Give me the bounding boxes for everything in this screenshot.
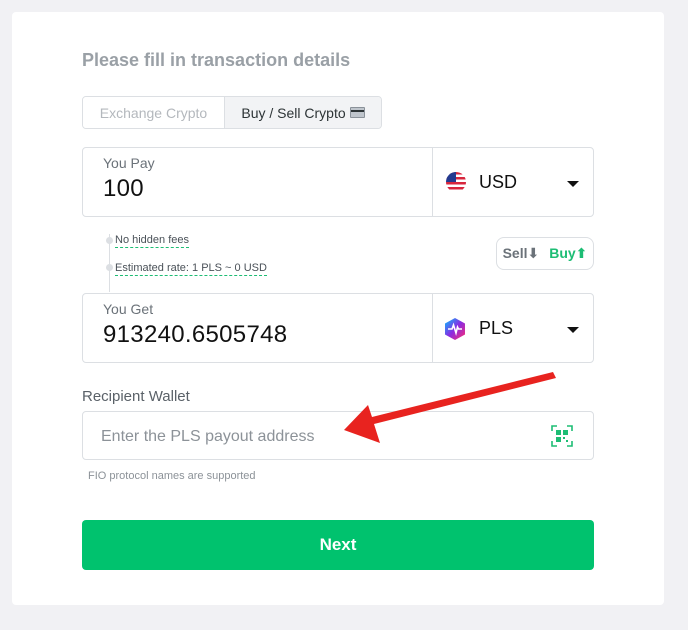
you-get-amount-area[interactable]: You Get 913240.6505748 [83, 294, 432, 362]
credit-card-icon [349, 107, 365, 118]
you-pay-field: You Pay 100 USD [82, 147, 594, 217]
you-get-currency-code: PLS [479, 318, 514, 338]
next-button[interactable]: Next [82, 520, 594, 570]
fio-support-note: FIO protocol names are supported [88, 470, 256, 482]
tab-exchange-crypto[interactable]: Exchange Crypto [83, 97, 225, 128]
sell-buy-toggle[interactable]: Sell⬇ Buy⬆ [496, 237, 594, 270]
buy-option[interactable]: Buy⬆ [549, 245, 587, 262]
buy-label: Buy [549, 245, 576, 261]
sell-label: Sell [502, 245, 528, 261]
no-hidden-fees-link[interactable]: No hidden fees [115, 234, 189, 248]
wallet-address-input[interactable] [99, 412, 543, 461]
rate-info: No hidden fees Estimated rate: 1 PLS ~ 0… [82, 234, 594, 292]
mode-tabs: Exchange Crypto Buy / Sell Crypto [82, 96, 382, 129]
you-get-amount[interactable]: 913240.6505748 [103, 321, 287, 349]
tab-buy-sell-crypto[interactable]: Buy / Sell Crypto [225, 97, 381, 128]
you-pay-currency-select[interactable]: USD [432, 148, 593, 216]
you-pay-amount-area[interactable]: You Pay 100 [83, 148, 432, 216]
timeline-dot [106, 264, 113, 271]
recipient-wallet-field [82, 411, 594, 461]
pulsechain-icon [445, 318, 465, 340]
timeline-dot [106, 237, 113, 244]
recipient-wallet-label: Recipient Wallet [82, 388, 190, 405]
you-pay-label: You Pay [103, 155, 155, 171]
you-get-field: You Get 913240.6505748 PLS [82, 293, 594, 363]
chevron-down-icon [567, 181, 579, 187]
you-pay-currency-code: USD [479, 172, 518, 192]
arrow-down-icon: ⬇ [527, 245, 540, 261]
you-pay-amount-input[interactable]: 100 [103, 175, 144, 203]
chevron-down-icon [567, 327, 579, 333]
us-flag-icon [446, 172, 466, 192]
you-get-label: You Get [103, 301, 154, 317]
arrow-up-icon: ⬆ [575, 245, 588, 261]
tab-buy-sell-crypto-label: Buy / Sell Crypto [241, 104, 346, 121]
sell-option[interactable]: Sell⬇ [503, 245, 540, 262]
tab-exchange-crypto-label: Exchange Crypto [99, 104, 208, 121]
estimated-rate-link[interactable]: Estimated rate: 1 PLS ~ 0 USD [115, 262, 267, 276]
form-title: Please fill in transaction details [82, 50, 351, 70]
you-get-currency-select[interactable]: PLS [432, 294, 593, 362]
transaction-form-card: Please fill in transaction details Excha… [12, 12, 664, 605]
qr-scan-icon[interactable] [551, 425, 573, 447]
